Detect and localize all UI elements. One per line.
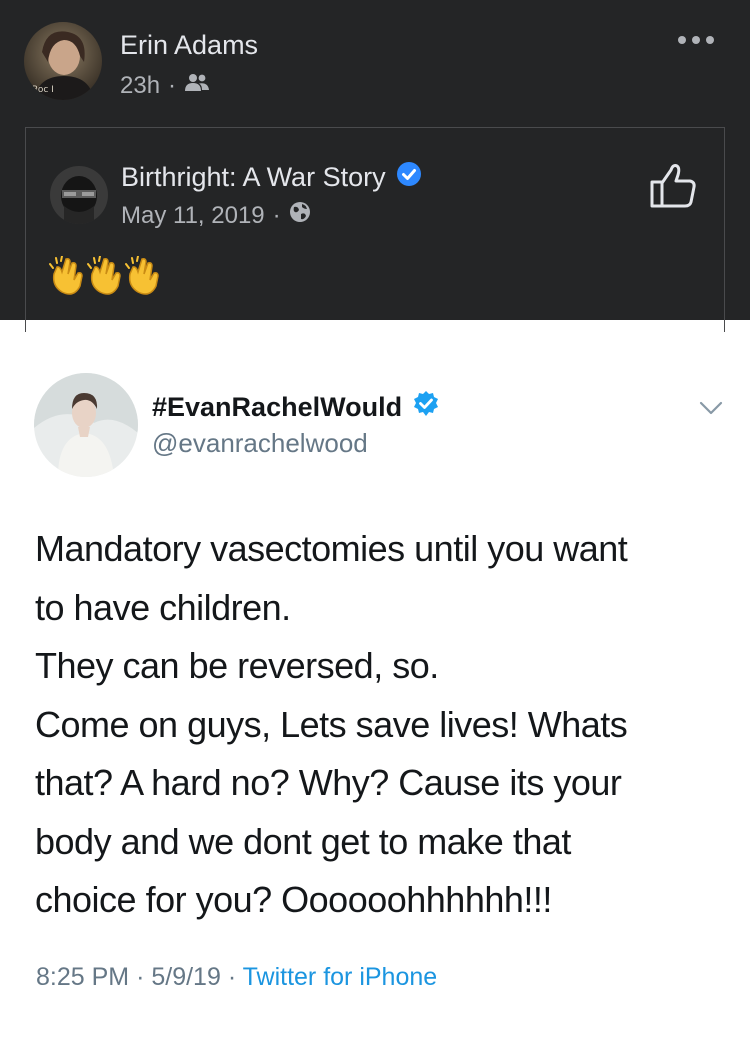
tweet-text-line: that? A hard no? Why? Cause its your (35, 762, 622, 803)
chevron-down-icon[interactable] (697, 398, 725, 418)
page-name-row: Birthright: A War Story (121, 161, 422, 194)
post-author-name[interactable]: Erin Adams (120, 30, 258, 61)
tweet-text-line: Come on guys, Lets save lives! Whats (35, 703, 628, 745)
clapping-hands-icon (86, 255, 124, 298)
tweet-footer: 8:25 PM · 5/9/19 · Twitter for iPhone (36, 963, 437, 992)
page-name[interactable]: Birthright: A War Story (121, 162, 386, 193)
footer-separator: · (136, 963, 145, 991)
tweet-text: Mandatory vasectomies until you want to … (35, 520, 725, 930)
shared-post-meta: May 11, 2019 · (121, 201, 311, 230)
meta-separator: · (272, 201, 281, 229)
tweet-display-name-row: #EvanRachelWould (152, 390, 440, 425)
tweet-date[interactable]: 5/9/19 (151, 963, 221, 991)
tweet-display-name[interactable]: #EvanRachelWould (152, 392, 402, 423)
tweet-handle[interactable]: @evanrachelwood (152, 428, 368, 459)
shared-post-card[interactable]: Birthright: A War Story May 11, 2019 · (25, 127, 725, 332)
post-timestamp[interactable]: 23h (120, 72, 160, 100)
tweet-text-line: choice for you? Oooooohhhhhh!!! (35, 879, 552, 920)
page-avatar[interactable] (50, 166, 108, 224)
tweet-text-line: They can be reversed, so. (35, 645, 439, 686)
tweet-text-line: to have children. (35, 586, 291, 628)
tweet-author-avatar[interactable] (34, 373, 138, 477)
tweet-time[interactable]: 8:25 PM (36, 963, 129, 991)
clapping-hands-icon (48, 255, 86, 298)
tweet-text-line: body and we dont get to make that (35, 820, 571, 862)
footer-separator: · (227, 963, 237, 991)
more-dots-icon[interactable] (668, 28, 724, 52)
clapping-hands-icon (124, 255, 162, 298)
shared-post-date[interactable]: May 11, 2019 (121, 202, 265, 230)
thumbs-up-icon[interactable] (646, 158, 702, 214)
verified-badge-icon (396, 161, 422, 194)
svg-text:Roc I: Roc I (32, 85, 54, 95)
tweet-source-link[interactable]: Twitter for iPhone (243, 963, 438, 991)
facebook-post: Roc I Erin Adams 23h · Birthright: A War… (0, 0, 750, 332)
meta-separator: · (168, 72, 177, 99)
post-meta: 23h · (120, 72, 210, 100)
friends-icon (184, 72, 210, 100)
tweet-text-line: Mandatory vasectomies until you want (35, 528, 628, 569)
post-body-emojis (48, 255, 162, 298)
verified-badge-icon (412, 390, 440, 425)
globe-icon (289, 201, 311, 230)
avatar[interactable]: Roc I (24, 22, 102, 100)
